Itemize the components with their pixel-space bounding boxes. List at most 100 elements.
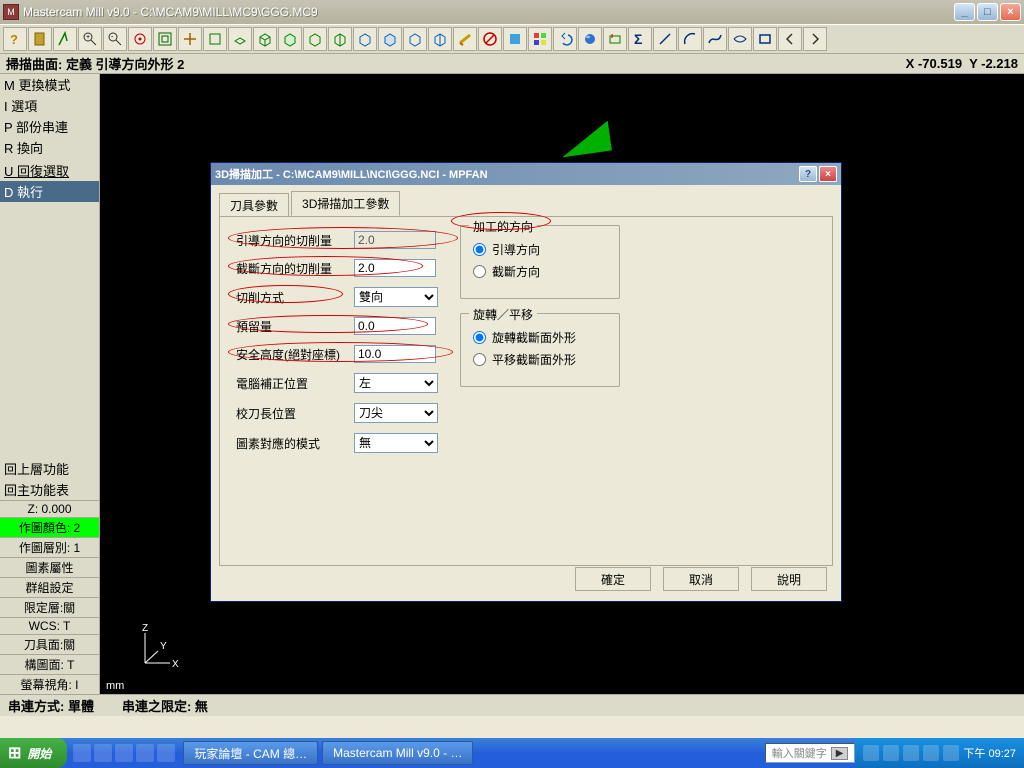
info-attrib[interactable]: 圖素屬性: [0, 557, 99, 577]
next-page-icon[interactable]: [803, 27, 827, 51]
start-button[interactable]: 開始: [0, 738, 67, 768]
sphere-icon[interactable]: [578, 27, 602, 51]
ql-icon[interactable]: [157, 744, 175, 762]
zoom-out-icon[interactable]: -: [103, 27, 127, 51]
close-button[interactable]: ×: [1000, 3, 1021, 21]
ql-icon[interactable]: [94, 744, 112, 762]
delete-icon[interactable]: [453, 27, 477, 51]
menu-main[interactable]: 回主功能表: [0, 479, 99, 500]
svg-text:Σ: Σ: [634, 31, 642, 47]
tray-icon[interactable]: [903, 745, 919, 761]
stock-input[interactable]: [354, 317, 436, 335]
cplane-iso-icon[interactable]: [428, 27, 452, 51]
menu-options[interactable]: I 選項: [0, 95, 99, 116]
comp-select[interactable]: 左: [354, 373, 438, 393]
main-toolbar: ? + - Σ: [0, 24, 1024, 54]
gview-icon[interactable]: [228, 27, 252, 51]
tray-icon[interactable]: [923, 745, 939, 761]
zoom-in-icon[interactable]: +: [78, 27, 102, 51]
zoom-target-icon[interactable]: [128, 27, 152, 51]
prev-page-icon[interactable]: [778, 27, 802, 51]
ok-button[interactable]: 確定: [575, 567, 651, 591]
lead-step-input[interactable]: [354, 231, 436, 249]
taskbar-search[interactable]: 輸入關鍵字 ▶: [765, 743, 856, 763]
pattern-select[interactable]: 無: [354, 433, 438, 453]
analyze-icon[interactable]: [53, 27, 77, 51]
clear-colors-icon[interactable]: [528, 27, 552, 51]
menu-execute[interactable]: D 執行: [0, 181, 99, 202]
ql-icon[interactable]: [73, 744, 91, 762]
fit-icon[interactable]: [153, 27, 177, 51]
clearance-input[interactable]: [354, 345, 436, 363]
radio-cross-direction[interactable]: 截斷方向: [473, 263, 607, 280]
tab-3d-sweep-params[interactable]: 3D掃描加工參數: [291, 191, 400, 216]
info-color[interactable]: 作圖顏色: 2: [0, 517, 99, 537]
windows-taskbar: 開始 玩家論壇 - CAM 總… Mastercam Mill v9.0 - ……: [0, 738, 1024, 768]
menu-partial-chain[interactable]: P 部份串連: [0, 116, 99, 137]
radio-translate[interactable]: 平移截斷面外形: [473, 351, 607, 368]
svg-text:?: ?: [10, 32, 18, 47]
minimize-button[interactable]: _: [954, 3, 975, 21]
dialog-help-button[interactable]: ?: [799, 166, 817, 182]
radio-rotate[interactable]: 旋轉截斷面外形: [473, 329, 607, 346]
help-icon[interactable]: ?: [3, 27, 27, 51]
axis-gizmo: Z Y X: [130, 623, 180, 676]
cube-top-icon[interactable]: [253, 27, 277, 51]
taskbar-item-forum[interactable]: 玩家論壇 - CAM 總…: [183, 741, 318, 765]
side-menu: M 更換模式 I 選項 P 部份串連 R 換向 U 回復選取 D 執行 回上層功…: [0, 74, 100, 694]
info-wcs[interactable]: WCS: T: [0, 617, 99, 634]
tray-icon[interactable]: [943, 745, 959, 761]
pan-icon[interactable]: [178, 27, 202, 51]
cross-step-input[interactable]: [354, 259, 436, 277]
ql-icon[interactable]: [136, 744, 154, 762]
spline-icon[interactable]: [703, 27, 727, 51]
cplane-front-icon[interactable]: [378, 27, 402, 51]
info-cplane[interactable]: 構圖面: T: [0, 654, 99, 674]
undo-icon[interactable]: [553, 27, 577, 51]
quick-launch: [67, 744, 181, 762]
curve-icon[interactable]: [728, 27, 752, 51]
taskbar-search-go[interactable]: ▶: [831, 747, 849, 760]
tray-clock: 下午 09:27: [963, 745, 1016, 761]
toolpath-icon[interactable]: [603, 27, 627, 51]
info-level[interactable]: 作圖層別: 1: [0, 537, 99, 557]
tab-tool-params[interactable]: 刀具參數: [219, 193, 289, 218]
svg-text:X: X: [172, 659, 179, 670]
arc-icon[interactable]: [678, 27, 702, 51]
info-gview[interactable]: 螢幕視角: I: [0, 674, 99, 694]
svg-text:-: -: [111, 34, 114, 41]
tip-select[interactable]: 刀尖: [354, 403, 438, 423]
help-button[interactable]: 說明: [751, 567, 827, 591]
info-z[interactable]: Z: 0.000: [0, 500, 99, 517]
cut-method-select[interactable]: 雙向: [354, 287, 438, 307]
tray-icon[interactable]: [863, 745, 879, 761]
menu-change-mode[interactable]: M 更換模式: [0, 74, 99, 95]
menu-reverse[interactable]: R 換向: [0, 137, 99, 158]
cplane-side-icon[interactable]: [403, 27, 427, 51]
maximize-button[interactable]: □: [977, 3, 998, 21]
cube-side-icon[interactable]: [303, 27, 327, 51]
menu-undo-select[interactable]: U 回復選取: [0, 160, 99, 181]
info-mask[interactable]: 限定層:關: [0, 597, 99, 617]
svg-text:+: +: [86, 34, 90, 41]
undelete-icon[interactable]: [478, 27, 502, 51]
sigma-icon[interactable]: Σ: [628, 27, 652, 51]
info-group[interactable]: 群組設定: [0, 577, 99, 597]
dialog-close-button[interactable]: ×: [819, 166, 837, 182]
ql-icon[interactable]: [115, 744, 133, 762]
cube-front-icon[interactable]: [278, 27, 302, 51]
tray-icon[interactable]: [883, 745, 899, 761]
line-icon[interactable]: [653, 27, 677, 51]
repaint-icon[interactable]: [203, 27, 227, 51]
cube-iso-icon[interactable]: [328, 27, 352, 51]
radio-lead-direction[interactable]: 引導方向: [473, 241, 607, 258]
info-tplane[interactable]: 刀具面:關: [0, 634, 99, 654]
taskbar-item-mastercam[interactable]: Mastercam Mill v9.0 - …: [322, 741, 473, 765]
rectangle-icon[interactable]: [753, 27, 777, 51]
dialog-titlebar[interactable]: 3D掃描加工 - C:\MCAM9\MILL\NCI\GGG.NCI - MPF…: [211, 163, 841, 185]
shade-icon[interactable]: [503, 27, 527, 51]
file-icon[interactable]: [28, 27, 52, 51]
cplane-top-icon[interactable]: [353, 27, 377, 51]
menu-back[interactable]: 回上層功能: [0, 458, 99, 479]
cancel-button[interactable]: 取消: [663, 567, 739, 591]
